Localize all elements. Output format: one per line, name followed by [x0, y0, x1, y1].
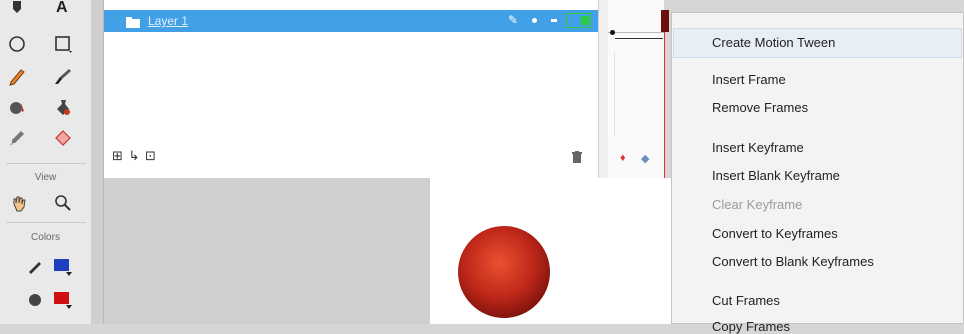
subselection-icon[interactable] — [6, 0, 28, 18]
layer-icon — [126, 15, 140, 28]
keyframe-dot[interactable] — [610, 30, 615, 35]
red-ball-graphic[interactable] — [458, 226, 550, 318]
paint-bucket-icon[interactable] — [6, 96, 28, 118]
outline-toggle[interactable] — [566, 13, 592, 28]
menu-item-insert-frame[interactable]: Insert Frame — [712, 72, 786, 87]
svg-text:A: A — [56, 0, 68, 16]
tools-separator — [6, 222, 86, 223]
visibility-dot-icon[interactable] — [532, 18, 537, 23]
menu-item-cut-frames[interactable]: Cut Frames — [712, 293, 780, 308]
timeline-panel: Layer 1 ✎ ⊞ ↳ ⊡ ♦ ◆ — [104, 0, 669, 178]
brush-icon[interactable] — [52, 65, 74, 87]
edit-pencil-icon: ✎ — [508, 13, 519, 27]
hand-icon[interactable] — [8, 192, 30, 214]
tools-separator — [6, 163, 86, 164]
zoom-icon[interactable] — [52, 192, 74, 214]
tools-panel: A View Colors — [0, 0, 92, 324]
layer-name[interactable]: Layer 1 — [148, 14, 188, 28]
frame-area[interactable] — [608, 0, 669, 178]
menu-item-create-motion-tween[interactable]: Create Motion Tween — [712, 35, 835, 50]
fill-color-dropdown-icon[interactable] — [66, 305, 72, 309]
view-section-label: View — [34, 172, 57, 183]
frame-tick — [614, 52, 615, 136]
menu-item-clear-keyframe: Clear Keyframe — [712, 197, 803, 212]
panel-divider[interactable] — [91, 0, 104, 324]
onion-skin-icon[interactable]: ♦ — [620, 152, 626, 164]
playhead-line — [664, 32, 665, 178]
trash-icon[interactable] — [572, 150, 582, 163]
text-icon[interactable]: A — [52, 0, 74, 18]
pencil-icon[interactable] — [6, 65, 28, 87]
stroke-color-dropdown-icon[interactable] — [66, 272, 72, 276]
fill-color-swatch[interactable] — [54, 292, 69, 304]
fill-color-icon[interactable] — [24, 288, 46, 310]
frame-span-line — [615, 38, 663, 39]
menu-item-insert-blank-keyframe[interactable]: Insert Blank Keyframe — [712, 168, 840, 183]
menu-item-convert-to-keyframes[interactable]: Convert to Keyframes — [712, 226, 838, 241]
stroke-color-swatch[interactable] — [54, 259, 69, 271]
frame-row[interactable] — [608, 10, 664, 33]
oval-icon[interactable] — [6, 33, 28, 55]
lock-dash-icon[interactable] — [551, 19, 557, 22]
timeline-bottom-bar — [104, 142, 598, 174]
menu-item-insert-keyframe[interactable]: Insert Keyframe — [712, 140, 804, 155]
stroke-color-icon[interactable] — [24, 255, 46, 277]
playhead-handle[interactable] — [661, 10, 669, 32]
layer-row[interactable]: Layer 1 ✎ — [104, 10, 598, 32]
colors-section-label: Colors — [31, 232, 60, 243]
eraser-icon[interactable] — [52, 127, 74, 149]
menu-item-remove-frames[interactable]: Remove Frames — [712, 100, 808, 115]
rectangle-icon[interactable] — [52, 33, 74, 55]
eyedropper-icon[interactable] — [6, 127, 28, 149]
new-layer-folder-icons[interactable]: ⊞ ↳ ⊡ — [112, 148, 157, 164]
ink-bottle-icon[interactable] — [52, 96, 74, 118]
onion-skin-outline-icon[interactable]: ◆ — [641, 152, 649, 165]
menu-item-copy-frames[interactable]: Copy Frames — [712, 319, 790, 334]
menu-item-convert-to-blank-keyframes[interactable]: Convert to Blank Keyframes — [712, 254, 874, 269]
context-menu: Create Motion Tween Insert Frame Remove … — [671, 12, 964, 334]
